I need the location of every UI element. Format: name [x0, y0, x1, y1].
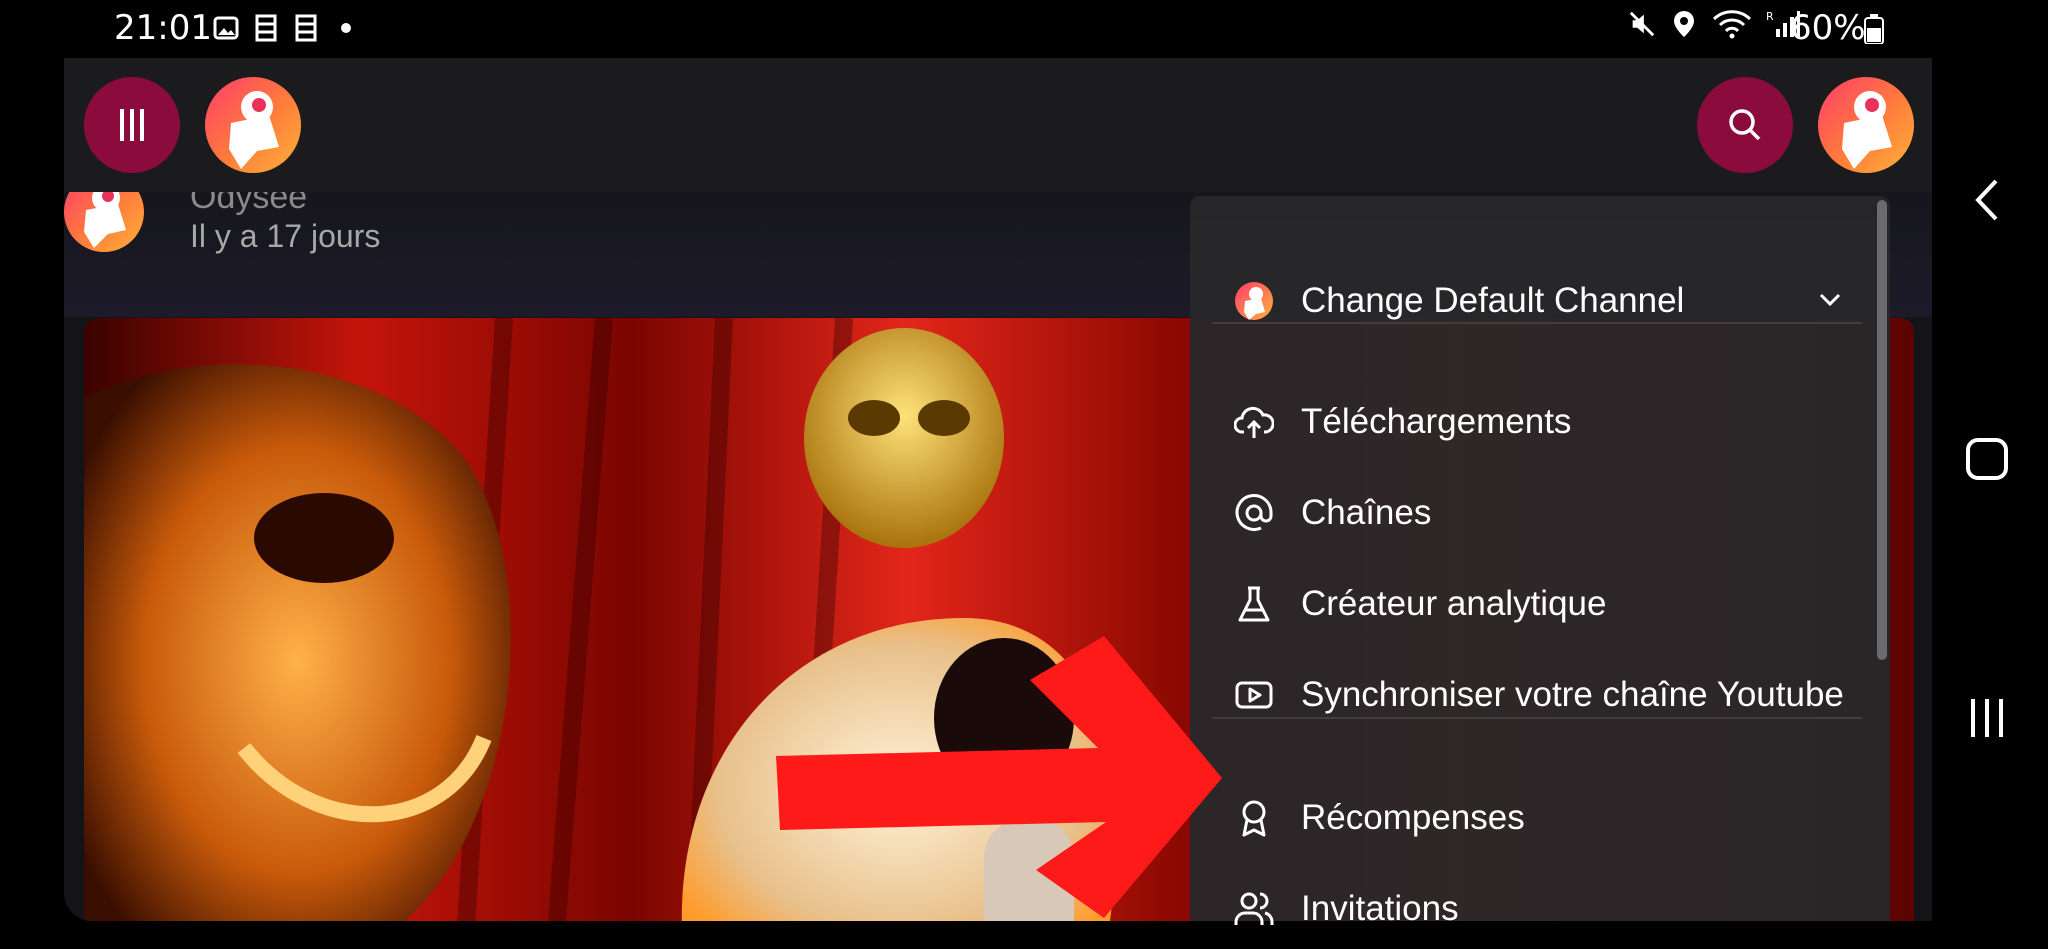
- menu-scrollbar[interactable]: [1877, 200, 1887, 660]
- menu-item-label: Récompenses: [1301, 798, 1525, 837]
- top-app-bar: [64, 58, 1932, 192]
- at-icon: [1234, 493, 1274, 533]
- mute-icon: [1628, 10, 1656, 38]
- home-button[interactable]: [1952, 424, 2022, 494]
- search-icon: [1729, 109, 1761, 141]
- system-navigation-bar: [1932, 58, 2048, 921]
- notes-icon: [252, 14, 280, 42]
- menu-item-creator-analytics[interactable]: Créateur analytique: [1190, 564, 1880, 644]
- back-button[interactable]: [1952, 165, 2022, 235]
- spaceman-icon: [1842, 91, 1892, 169]
- menu-item-label: Synchroniser votre chaîne Youtube: [1301, 675, 1844, 714]
- spaceman-icon: [229, 91, 279, 169]
- menu-item-uploads[interactable]: Téléchargements: [1190, 382, 1880, 462]
- recents-button[interactable]: [1952, 683, 2022, 753]
- search-button[interactable]: [1697, 77, 1793, 173]
- back-chevron-icon: [1975, 179, 1998, 221]
- status-system-icons: R: [1628, 10, 1800, 39]
- flask-icon: [1234, 584, 1274, 624]
- chevron-down-icon: [1816, 285, 1844, 318]
- menu-divider: [1212, 322, 1862, 324]
- battery-icon: [1864, 14, 1884, 49]
- status-time: 21:01: [114, 8, 212, 48]
- menu-item-label: Chaînes: [1301, 493, 1432, 532]
- account-avatar-button[interactable]: [1818, 77, 1914, 173]
- status-notification-icons: [212, 14, 360, 42]
- users-icon: [1234, 889, 1274, 929]
- status-bar: 21:01 R 60%: [0, 0, 1930, 58]
- menu-button[interactable]: [84, 77, 180, 173]
- home-square-icon: [1966, 438, 2008, 480]
- channel-avatar-icon: [1234, 281, 1274, 321]
- menu-item-youtube-sync[interactable]: Synchroniser votre chaîne Youtube: [1190, 655, 1880, 735]
- channel-selector-label: Change Default Channel: [1301, 281, 1685, 320]
- menu-item-label: Téléchargements: [1301, 402, 1572, 441]
- menu-divider: [1212, 717, 1862, 719]
- menu-icon: [120, 109, 144, 141]
- cloud-upload-icon: [1234, 402, 1274, 442]
- location-icon: [1670, 10, 1698, 38]
- change-default-channel[interactable]: Change Default Channel: [1190, 261, 1880, 341]
- battery-percentage: 60%: [1790, 8, 1866, 48]
- menu-item-channels[interactable]: Chaînes: [1190, 473, 1880, 553]
- menu-item-label: Invitations: [1301, 889, 1459, 928]
- award-icon: [1234, 798, 1274, 838]
- dot-icon: [332, 14, 360, 42]
- wifi-icon: [1712, 10, 1752, 39]
- notes-icon: [292, 14, 320, 42]
- menu-item-label: Créateur analytique: [1301, 584, 1607, 623]
- image-icon: [212, 14, 240, 42]
- odysee-logo-button[interactable]: [205, 77, 301, 173]
- svg-text:R: R: [1766, 10, 1774, 23]
- account-dropdown-menu: Change Default Channel Téléchargements C…: [1190, 196, 1890, 928]
- youtube-icon: [1234, 675, 1274, 715]
- recents-icon: [1971, 699, 2003, 737]
- menu-item-rewards[interactable]: Récompenses: [1190, 778, 1880, 858]
- menu-item-invitations[interactable]: Invitations: [1190, 869, 1880, 949]
- post-timestamp: Il y a 17 jours: [190, 218, 381, 254]
